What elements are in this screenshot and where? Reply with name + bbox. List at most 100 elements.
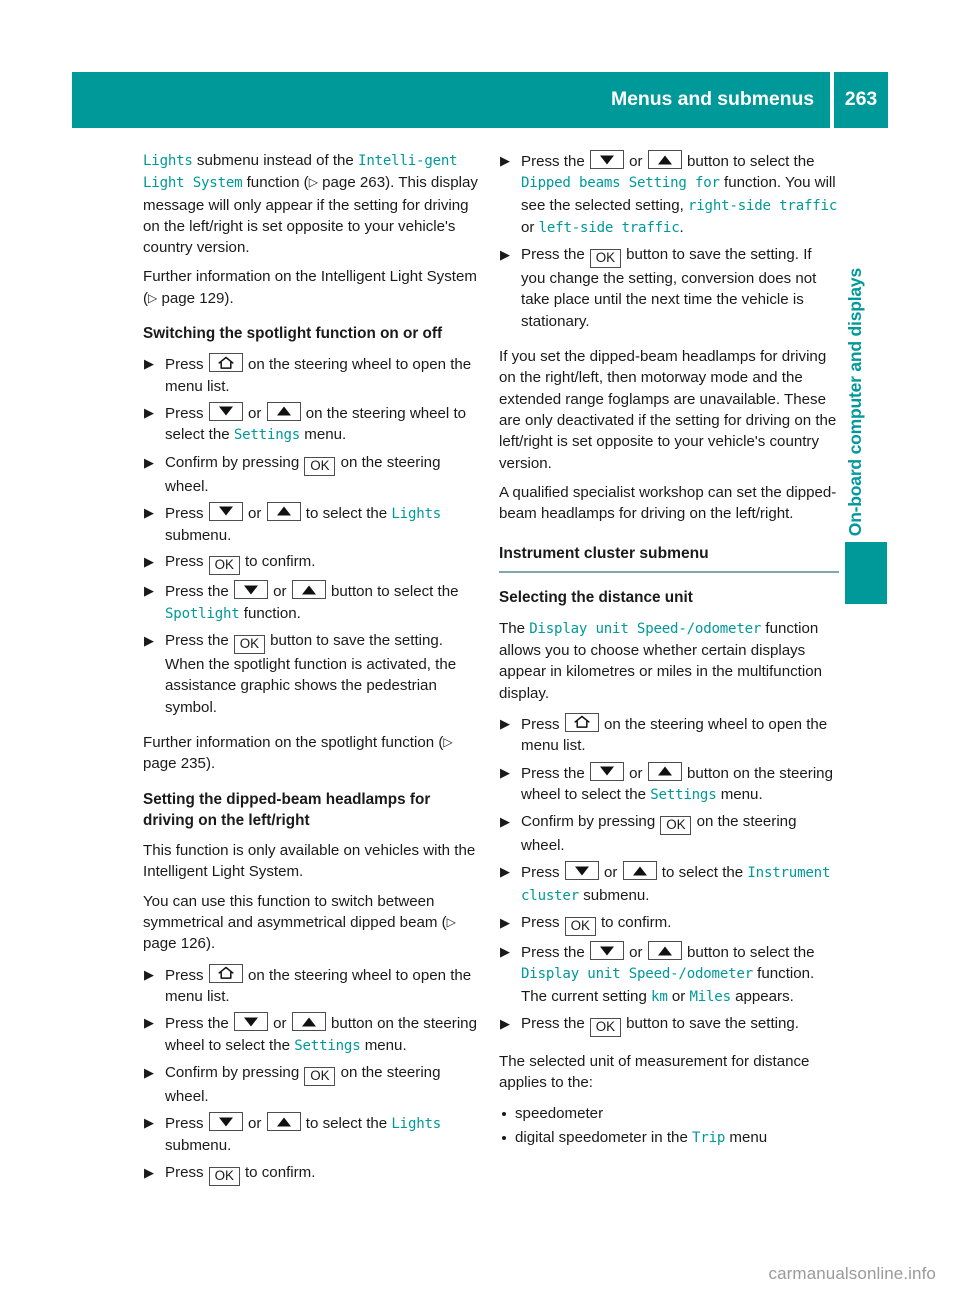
text-run: Press (521, 864, 564, 882)
paragraph-symmetrical-beam: You can use this function to switch betw… (143, 891, 483, 955)
arrow-up-icon[interactable] (266, 1112, 301, 1132)
ok-button-icon[interactable]: OK (564, 917, 596, 937)
step-marker-icon: ▶ (500, 1015, 510, 1031)
step-item: ▶ Press the or button on the steering whe… (143, 1012, 483, 1057)
triangle-down-glyph (599, 946, 614, 956)
step-item: ▶ Confirm by pressing OK on the steering … (143, 1062, 483, 1107)
text-run: Press (165, 504, 208, 522)
arrow-up-icon[interactable] (622, 861, 657, 881)
menu-name: Spotlight (165, 605, 240, 622)
ok-button-icon[interactable]: OK (208, 1166, 240, 1186)
text-run: submenu. (165, 1137, 232, 1155)
text-run: or (624, 944, 647, 962)
triangle-up-glyph (657, 946, 672, 956)
triangle-up-glyph (632, 866, 647, 876)
triangle-down-glyph (599, 155, 614, 164)
heading-selecting-distance-unit: Selecting the distance unit (499, 589, 693, 607)
page-title: Menus and submenus (611, 88, 814, 111)
arrow-down-icon[interactable] (233, 580, 268, 600)
ok-button-icon[interactable]: OK (589, 249, 621, 269)
triangle-up-glyph (657, 155, 672, 164)
text-run: to select the (657, 864, 748, 882)
list-item: digital speedometer in the Trip menu (499, 1127, 839, 1149)
step-marker-icon: ▶ (144, 454, 154, 470)
page-ref-arrow-icon: ▷ (443, 734, 453, 749)
paragraph-further-info-ils: Further information on the Intelligent L… (143, 266, 483, 309)
ok-button-icon[interactable]: OK (660, 816, 692, 836)
menu-name: right-side traffic (687, 197, 838, 214)
menu-name-lights: Lights (143, 153, 193, 169)
arrow-up-icon[interactable] (266, 401, 301, 421)
text-run: The (499, 619, 530, 637)
home-icon-glyph (574, 716, 590, 729)
ok-button-icon[interactable]: OK (233, 635, 265, 655)
arrow-down-icon[interactable] (564, 861, 599, 881)
arrow-up-icon[interactable] (647, 761, 682, 781)
step-list-distance-unit: ▶ Press on the steering wheel to open the… (499, 712, 839, 1037)
ok-button-icon[interactable]: OK (304, 1066, 336, 1086)
step-item: ▶ Press on the steering wheel to open the… (499, 712, 839, 757)
menu-name: Lights (391, 1116, 442, 1133)
text-run: Press the (521, 944, 589, 962)
bullet-dot-icon (502, 1135, 506, 1140)
arrow-down-icon[interactable] (208, 1112, 243, 1132)
ok-button-icon[interactable]: OK (304, 456, 336, 476)
arrow-down-icon[interactable] (208, 401, 243, 421)
text-run: Confirm by pressing (165, 453, 304, 471)
home-icon[interactable] (208, 353, 243, 373)
text-run: to confirm. (240, 1163, 316, 1181)
step-list-spotlight: ▶ Press on the steering wheel to open the… (143, 353, 483, 718)
page-number: 263 (844, 88, 878, 111)
chapter-tab-label: On-board computer and displays (845, 267, 865, 536)
arrow-up-icon[interactable] (291, 1012, 326, 1032)
ok-button-icon[interactable]: OK (208, 556, 240, 576)
text-run: Press (165, 1115, 208, 1133)
step-marker-icon: ▶ (144, 356, 154, 372)
text-run: button to save the setting. (621, 1014, 800, 1032)
paragraph-motorway-mode-note: If you set the dipped-beam headlamps for… (499, 348, 837, 472)
text-run: Press (165, 966, 208, 984)
arrow-up-icon[interactable] (647, 941, 682, 961)
ok-button-icon[interactable]: OK (589, 1017, 621, 1037)
arrow-down-icon[interactable] (208, 501, 243, 521)
home-icon[interactable] (208, 963, 243, 983)
step-item: ▶ Press the or button to select the Displ… (499, 941, 839, 1008)
triangle-down-glyph (599, 766, 614, 776)
arrow-up-icon[interactable] (291, 580, 326, 600)
text-run: Press (521, 715, 564, 733)
page-ref-arrow-icon: ▷ (446, 915, 456, 930)
step-marker-icon: ▶ (144, 1064, 154, 1080)
text-run: button to select the (682, 153, 815, 170)
arrow-down-icon[interactable] (589, 150, 624, 169)
text-run: menu. (360, 1036, 407, 1054)
right-column: ▶ Press the or button to select the Dippe… (499, 150, 839, 1152)
menu-name: Settings (294, 1037, 361, 1054)
text-run: menu. (716, 785, 763, 803)
text-run: or (521, 218, 539, 236)
step-marker-icon: ▶ (144, 554, 154, 570)
arrow-down-icon[interactable] (233, 1012, 268, 1032)
step-marker-icon: ▶ (144, 1164, 154, 1180)
arrow-up-icon[interactable] (266, 501, 301, 521)
home-icon[interactable] (564, 712, 599, 732)
text-run: Confirm by pressing (165, 1063, 304, 1081)
arrow-down-icon[interactable] (589, 941, 624, 961)
text-run: Press the (521, 153, 589, 170)
menu-name: Miles (689, 988, 731, 1005)
step-item: ▶ Press the or button on the steering whe… (499, 761, 839, 807)
text-run: to confirm. (596, 914, 672, 932)
arrow-up-icon[interactable] (647, 150, 682, 169)
text-run: Further information on the spotlight fun… (143, 733, 444, 751)
step-item: ▶ Press OK to confirm. (143, 551, 483, 576)
text-run: or (268, 583, 291, 601)
triangle-up-glyph (276, 506, 291, 516)
text-run: to select the (301, 504, 392, 522)
text-run: Press (165, 404, 208, 422)
arrow-down-icon[interactable] (589, 761, 624, 781)
text-run: or (624, 764, 647, 782)
menu-name: left-side traffic (538, 219, 680, 236)
